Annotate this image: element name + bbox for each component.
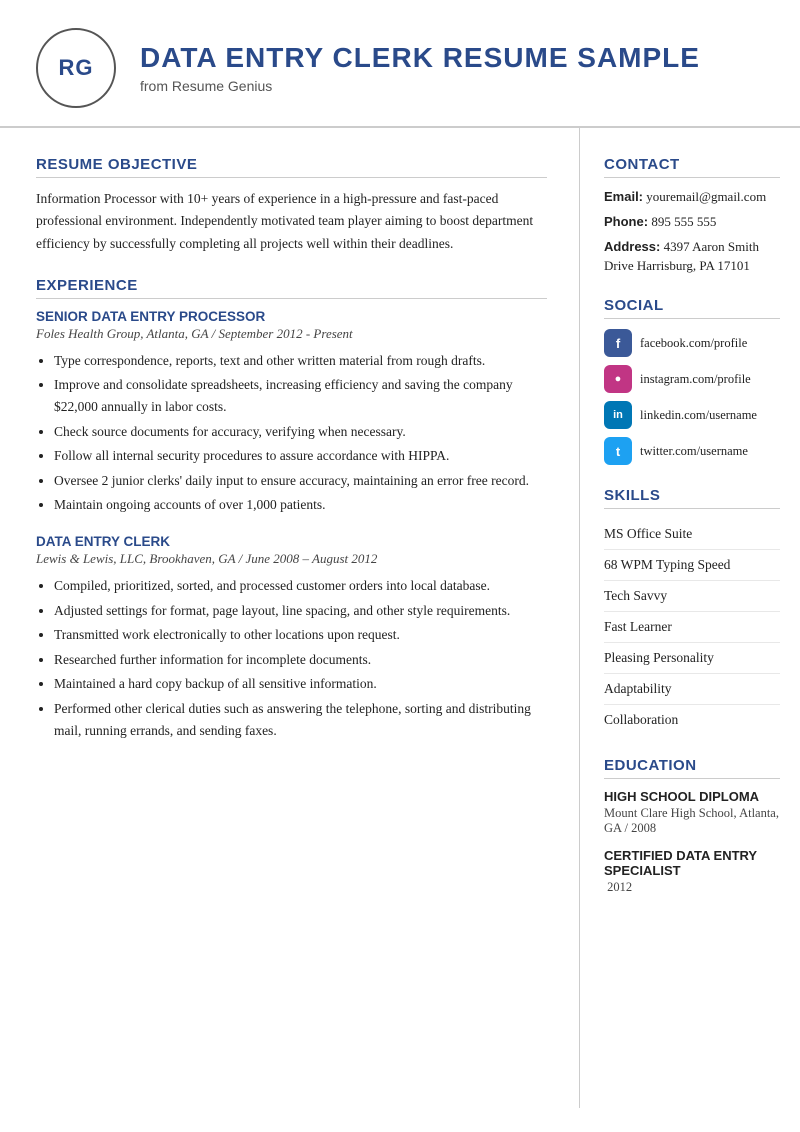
social-facebook: f facebook.com/profile bbox=[604, 329, 780, 357]
job-1-title: SENIOR DATA ENTRY PROCESSOR bbox=[36, 309, 547, 324]
list-item: Maintain ongoing accounts of over 1,000 … bbox=[54, 494, 547, 516]
address-contact: Address: 4397 Aaron Smith Drive Harrisbu… bbox=[604, 238, 780, 276]
header-text: DATA ENTRY CLERK RESUME SAMPLE from Resu… bbox=[140, 42, 700, 94]
list-item: Maintained a hard copy backup of all sen… bbox=[54, 673, 547, 695]
skill-item: Tech Savvy bbox=[604, 581, 780, 612]
edu-2-meta: 2012 bbox=[604, 880, 780, 895]
edu-2-title: CERTIFIED DATA ENTRY SPECIALIST bbox=[604, 848, 780, 878]
linkedin-text: linkedin.com/username bbox=[640, 408, 757, 423]
main-layout: RESUME OBJECTIVE Information Processor w… bbox=[0, 128, 800, 1108]
social-twitter: t twitter.com/username bbox=[604, 437, 780, 465]
objective-title: RESUME OBJECTIVE bbox=[36, 156, 547, 178]
objective-text: Information Processor with 10+ years of … bbox=[36, 188, 547, 255]
phone-contact: Phone: 895 555 555 bbox=[604, 213, 780, 232]
edu-1-title: HIGH SCHOOL DIPLOMA bbox=[604, 789, 780, 804]
list-item: Check source documents for accuracy, ver… bbox=[54, 421, 547, 443]
list-item: Oversee 2 junior clerks' daily input to … bbox=[54, 470, 547, 492]
logo-circle: RG bbox=[36, 28, 116, 108]
list-item: Follow all internal security procedures … bbox=[54, 445, 547, 467]
skills-title: SKILLS bbox=[604, 487, 780, 509]
edu-1-meta: Mount Clare High School, Atlanta, GA / 2… bbox=[604, 806, 780, 836]
left-column: RESUME OBJECTIVE Information Processor w… bbox=[0, 128, 580, 1108]
job-1: SENIOR DATA ENTRY PROCESSOR Foles Health… bbox=[36, 309, 547, 516]
right-column: CONTACT Email: youremail@gmail.com Phone… bbox=[580, 128, 800, 1108]
resume-title: DATA ENTRY CLERK RESUME SAMPLE bbox=[140, 42, 700, 74]
social-linkedin: in linkedin.com/username bbox=[604, 401, 780, 429]
list-item: Improve and consolidate spreadsheets, in… bbox=[54, 374, 547, 417]
resume-subtitle: from Resume Genius bbox=[140, 78, 700, 94]
job-2: DATA ENTRY CLERK Lewis & Lewis, LLC, Bro… bbox=[36, 534, 547, 741]
skill-item: Fast Learner bbox=[604, 612, 780, 643]
skill-item: MS Office Suite bbox=[604, 519, 780, 550]
list-item: Transmitted work electronically to other… bbox=[54, 624, 547, 646]
twitter-text: twitter.com/username bbox=[640, 444, 748, 459]
job-1-bullets: Type correspondence, reports, text and o… bbox=[54, 350, 547, 516]
linkedin-icon: in bbox=[604, 401, 632, 429]
phone-label: Phone: bbox=[604, 214, 648, 229]
contact-title: CONTACT bbox=[604, 156, 780, 178]
resume-header: RG DATA ENTRY CLERK RESUME SAMPLE from R… bbox=[0, 0, 800, 128]
contact-section: CONTACT Email: youremail@gmail.com Phone… bbox=[604, 156, 780, 275]
social-section: SOCIAL f facebook.com/profile ● instagra… bbox=[604, 297, 780, 465]
experience-title: EXPERIENCE bbox=[36, 277, 547, 299]
experience-section: EXPERIENCE SENIOR DATA ENTRY PROCESSOR F… bbox=[36, 277, 547, 741]
job-2-title: DATA ENTRY CLERK bbox=[36, 534, 547, 549]
list-item: Adjusted settings for format, page layou… bbox=[54, 600, 547, 622]
logo-initials: RG bbox=[59, 55, 94, 81]
email-value: youremail@gmail.com bbox=[646, 189, 766, 204]
phone-value: 895 555 555 bbox=[651, 214, 716, 229]
instagram-text: instagram.com/profile bbox=[640, 372, 751, 387]
list-item: Compiled, prioritized, sorted, and proce… bbox=[54, 575, 547, 597]
facebook-text: facebook.com/profile bbox=[640, 336, 747, 351]
social-title: SOCIAL bbox=[604, 297, 780, 319]
skill-item: Collaboration bbox=[604, 705, 780, 735]
job-1-meta: Foles Health Group, Atlanta, GA / Septem… bbox=[36, 326, 547, 342]
job-2-bullets: Compiled, prioritized, sorted, and proce… bbox=[54, 575, 547, 741]
skill-item: Pleasing Personality bbox=[604, 643, 780, 674]
list-item: Type correspondence, reports, text and o… bbox=[54, 350, 547, 372]
twitter-icon: t bbox=[604, 437, 632, 465]
skill-item: 68 WPM Typing Speed bbox=[604, 550, 780, 581]
email-contact: Email: youremail@gmail.com bbox=[604, 188, 780, 207]
facebook-icon: f bbox=[604, 329, 632, 357]
email-label: Email: bbox=[604, 189, 643, 204]
education-title: EDUCATION bbox=[604, 757, 780, 779]
skill-item: Adaptability bbox=[604, 674, 780, 705]
social-instagram: ● instagram.com/profile bbox=[604, 365, 780, 393]
job-2-meta: Lewis & Lewis, LLC, Brookhaven, GA / Jun… bbox=[36, 551, 547, 567]
list-item: Researched further information for incom… bbox=[54, 649, 547, 671]
list-item: Performed other clerical duties such as … bbox=[54, 698, 547, 741]
skills-section: SKILLS MS Office Suite 68 WPM Typing Spe… bbox=[604, 487, 780, 735]
objective-section: RESUME OBJECTIVE Information Processor w… bbox=[36, 156, 547, 255]
instagram-icon: ● bbox=[604, 365, 632, 393]
address-label: Address: bbox=[604, 239, 660, 254]
education-section: EDUCATION HIGH SCHOOL DIPLOMA Mount Clar… bbox=[604, 757, 780, 895]
